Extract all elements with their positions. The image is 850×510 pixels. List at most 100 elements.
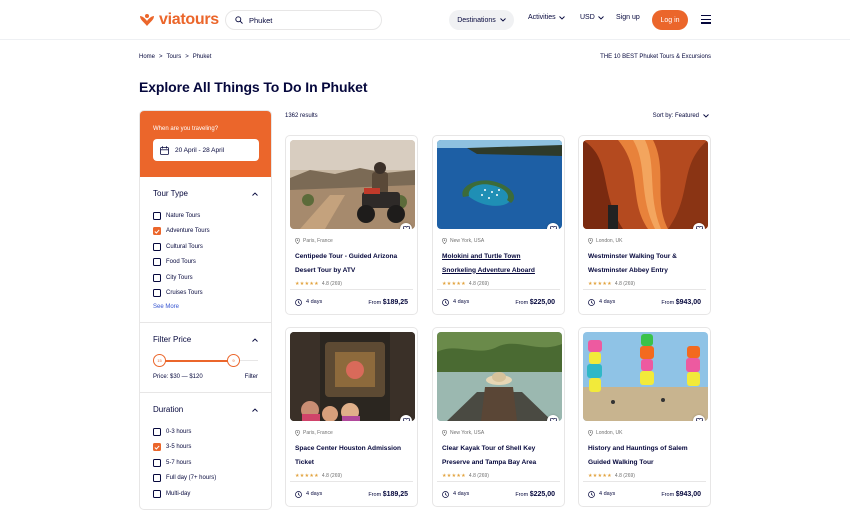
star-rating-icon: ★★★★★ <box>295 473 319 479</box>
tour-title[interactable]: Clear Kayak Tour of Shell Key Preserve a… <box>442 442 555 469</box>
checkbox-checked[interactable] <box>153 227 161 236</box>
tour-title[interactable]: Space Center Houston Admission Ticket <box>295 442 408 469</box>
duration-text: 4 days <box>453 299 470 305</box>
clock-icon <box>588 298 595 306</box>
activities-dropdown[interactable]: Activities <box>528 14 565 21</box>
tour-type-option[interactable]: Nature Tours <box>153 208 258 224</box>
tour-image[interactable] <box>583 140 708 229</box>
duration-option[interactable]: 0-3 hours <box>153 424 258 440</box>
brand-logo[interactable]: viatours <box>139 11 219 29</box>
signup-link[interactable]: Sign up <box>616 14 640 21</box>
breadcrumb-current: Phuket <box>192 54 212 60</box>
tour-type-option[interactable]: Adventure Tours <box>153 224 258 240</box>
tour-price: From $189,25 <box>368 299 408 306</box>
rating-text: 4.8 (269) <box>321 473 342 479</box>
filter-button[interactable]: Filter <box>245 374 258 380</box>
duration-option[interactable]: Multi-day <box>153 486 258 502</box>
tour-image[interactable] <box>583 332 708 421</box>
favorite-heart-icon[interactable] <box>400 415 412 421</box>
calendar-icon <box>160 145 169 155</box>
tour-type-header[interactable]: Tour Type <box>153 189 258 198</box>
option-label: Full day (7+ hours) <box>166 475 217 482</box>
price-value: $189,25 <box>382 490 408 498</box>
map-pin-icon <box>442 238 447 244</box>
checkbox[interactable] <box>153 289 161 298</box>
checkbox[interactable] <box>153 273 161 282</box>
favorite-heart-icon[interactable] <box>693 223 705 229</box>
favorite-heart-icon[interactable] <box>693 415 705 421</box>
favorite-heart-icon[interactable] <box>400 223 412 229</box>
option-label: 5-7 hours <box>166 459 192 466</box>
price-value: $189,25 <box>382 298 408 306</box>
tour-card[interactable]: London, UK History and Hauntings of Sale… <box>578 327 711 507</box>
checkbox[interactable] <box>153 458 161 467</box>
chevron-up-icon <box>252 191 258 196</box>
checkbox[interactable] <box>153 427 161 436</box>
favorite-heart-icon[interactable] <box>547 223 559 229</box>
star-rating-icon: ★★★★★ <box>442 281 466 287</box>
price-value: $943,00 <box>675 298 701 306</box>
slider-min-handle[interactable]: 15 <box>153 354 166 367</box>
tour-image[interactable] <box>437 332 562 421</box>
menu-icon[interactable] <box>701 15 711 25</box>
currency-dropdown[interactable]: USD <box>580 14 604 21</box>
top-best-link[interactable]: THE 10 BEST Phuket Tours & Excursions <box>600 54 711 60</box>
duration-header[interactable]: Duration <box>153 405 258 414</box>
duration-option[interactable]: 3-5 hours <box>153 440 258 456</box>
favorite-heart-icon[interactable] <box>547 415 559 421</box>
tour-location: New York, USA <box>442 430 560 436</box>
price-prefix: From <box>515 491 529 498</box>
checkbox-checked[interactable] <box>153 443 161 452</box>
tour-title[interactable]: History and Hauntings of Salem Guided Wa… <box>588 442 701 469</box>
checkbox[interactable] <box>153 489 161 498</box>
duration-option[interactable]: 5-7 hours <box>153 455 258 471</box>
tour-image[interactable] <box>290 332 415 421</box>
checkbox[interactable] <box>153 258 161 267</box>
sort-dropdown[interactable]: Sort by: Featured <box>653 113 709 119</box>
breadcrumb-home[interactable]: Home <box>139 54 155 60</box>
search-bar[interactable] <box>225 10 382 30</box>
slider-max-handle[interactable]: 9 <box>227 354 240 367</box>
tour-type-option[interactable]: City Tours <box>153 270 258 286</box>
tour-rating: ★★★★★ 4.8 (269) <box>295 473 408 479</box>
price-prefix: From <box>515 299 529 306</box>
option-label: Food Tours <box>166 259 196 266</box>
tour-card[interactable]: New York, USA Clear Kayak Tour of Shell … <box>432 327 565 507</box>
tour-card[interactable]: New York, USA Molokini and Turtle Town S… <box>432 135 565 315</box>
checkbox[interactable] <box>153 242 161 251</box>
breadcrumb: Home > Tours > Phuket <box>139 54 211 60</box>
tour-card[interactable]: Paris, France Space Center Houston Admis… <box>285 327 418 507</box>
tour-image[interactable] <box>437 140 562 229</box>
tour-card-footer: 4 days From $189,25 <box>290 481 413 506</box>
tour-rating: ★★★★★ 4.8 (269) <box>295 281 408 287</box>
tour-card[interactable]: Paris, France Centipede Tour - Guided Ar… <box>285 135 418 315</box>
tour-duration: 4 days <box>295 298 323 306</box>
tour-title[interactable]: Westminster Walking Tour & Westminster A… <box>588 250 701 277</box>
tour-card[interactable]: London, UK Westminster Walking Tour & We… <box>578 135 711 315</box>
destinations-dropdown[interactable]: Destinations <box>449 10 514 30</box>
tour-location: London, UK <box>588 430 706 436</box>
tour-type-option[interactable]: Cruises Tours <box>153 286 258 302</box>
tour-image[interactable] <box>290 140 415 229</box>
login-button[interactable]: Log in <box>652 10 688 30</box>
date-range-picker[interactable]: 20 April - 28 April <box>153 139 259 161</box>
price-prefix: From <box>661 299 675 306</box>
price-range-slider[interactable]: 15 9 <box>153 354 258 368</box>
tour-type-option[interactable]: Food Tours <box>153 255 258 271</box>
see-more-link[interactable]: See More <box>153 304 258 310</box>
chevron-right-icon: > <box>185 54 189 60</box>
checkbox[interactable] <box>153 211 161 220</box>
tour-type-option[interactable]: Cultural Tours <box>153 239 258 255</box>
duration-option[interactable]: Full day (7+ hours) <box>153 471 258 487</box>
duration-text: 4 days <box>306 299 323 305</box>
tour-title[interactable]: Centipede Tour - Guided Arizona Desert T… <box>295 250 408 277</box>
search-input[interactable] <box>249 15 369 25</box>
option-label: Adventure Tours <box>166 228 210 235</box>
breadcrumb-tours[interactable]: Tours <box>167 54 182 60</box>
chevron-down-icon <box>499 18 506 22</box>
checkbox[interactable] <box>153 474 161 483</box>
tour-title[interactable]: Molokini and Turtle Town Snorkeling Adve… <box>442 250 555 277</box>
filter-price-header[interactable]: Filter Price <box>153 335 258 344</box>
clock-icon <box>295 490 302 498</box>
tour-rating: ★★★★★ 4.8 (269) <box>588 473 701 479</box>
